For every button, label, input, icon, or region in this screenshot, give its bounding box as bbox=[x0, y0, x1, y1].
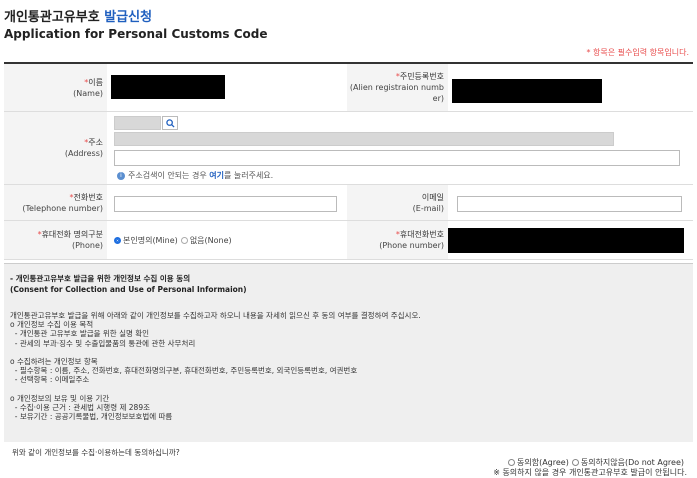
name-value-redacted bbox=[111, 75, 225, 99]
address-hint-suffix: 를 눌러주세요. bbox=[223, 171, 274, 180]
mobile-value-redacted bbox=[448, 228, 684, 253]
title-ko-main: 개인통관고유부호 bbox=[4, 10, 100, 25]
address-detail-field[interactable] bbox=[114, 150, 680, 166]
telephone-field[interactable] bbox=[114, 196, 337, 212]
consent-body: 개인통관고유부호 발급을 위해 아래와 같이 개인정보를 수집하고자 하오니 내… bbox=[10, 311, 421, 422]
row-phone: *휴대전화 명의구분 (Phone) 본인명의(Mine) 없음(None) *… bbox=[4, 221, 693, 260]
address-manual-link[interactable]: 여기 bbox=[209, 170, 224, 181]
page-title-ko: 개인통관고유부호 발급신청 bbox=[4, 6, 152, 25]
consent-box: - 개인통관고유부호 발급을 위한 개인정보 수집 이용 동의 (Consent… bbox=[4, 263, 693, 442]
consent-title: - 개인통관고유부호 발급을 위한 개인정보 수집 이용 동의 (Consent… bbox=[10, 273, 247, 295]
alien-reg-label-en-1: (Alien registraion numb bbox=[349, 83, 444, 92]
row-name: *이름 (Name) *주민등록번호 (Alien registraion nu… bbox=[4, 64, 693, 112]
radio-none[interactable] bbox=[180, 237, 188, 244]
address-hint-prefix: 주소검색이 안되는 경우 bbox=[128, 171, 207, 180]
title-ko-highlight: 발급신청 bbox=[104, 10, 153, 25]
telephone-label-en: (Telephone number) bbox=[22, 203, 103, 213]
address-label-en: (Address) bbox=[64, 149, 103, 158]
name-label: *이름 (Name) bbox=[4, 64, 107, 111]
telephone-label-ko: 전화번호 bbox=[73, 192, 103, 202]
radio-none-label[interactable]: 없음(None) bbox=[190, 235, 232, 246]
address-label-ko: 주소 bbox=[88, 138, 103, 147]
phone-owner-label: *휴대전화 명의구분 (Phone) bbox=[4, 221, 107, 259]
row-telephone: *전화번호 (Telephone number) 이메일 (E-mail) bbox=[4, 185, 693, 221]
alien-reg-label-en-2: er) bbox=[432, 94, 444, 103]
name-label-en: (Name) bbox=[73, 88, 103, 98]
mobile-label-ko: 휴대전화번호 bbox=[399, 230, 444, 239]
email-label: 이메일 (E-mail) bbox=[347, 185, 448, 220]
alien-reg-label: *주민등록번호 (Alien registraion numb er) bbox=[347, 64, 448, 111]
search-icon bbox=[165, 118, 175, 128]
info-icon: i bbox=[117, 171, 125, 180]
name-label-ko: 이름 bbox=[88, 77, 103, 87]
radio-mine-label[interactable]: 본인명의(Mine) bbox=[123, 235, 178, 246]
address-main-field[interactable] bbox=[114, 132, 614, 146]
phone-owner-label-en: (Phone) bbox=[71, 241, 103, 250]
page-title-en: Application for Personal Customs Code bbox=[4, 27, 268, 41]
phone-owner-radios: 본인명의(Mine) 없음(None) bbox=[114, 235, 235, 246]
mobile-label: *휴대전화번호 (Phone number) bbox=[347, 221, 448, 259]
consent-title-ko: - 개인통관고유부호 발급을 위한 개인정보 수집 이용 동의 bbox=[10, 274, 191, 283]
phone-owner-label-ko: 휴대전화 명의구분 bbox=[41, 230, 103, 239]
alien-reg-value-redacted bbox=[452, 79, 602, 103]
address-hint: i 주소검색이 안되는 경우 여기 를 눌러주세요. bbox=[117, 170, 273, 181]
required-note: * 항목은 필수입력 항목입니다. bbox=[586, 48, 690, 57]
email-label-en: (E-mail) bbox=[412, 203, 444, 213]
application-form: *이름 (Name) *주민등록번호 (Alien registraion nu… bbox=[4, 62, 693, 260]
telephone-label: *전화번호 (Telephone number) bbox=[4, 185, 107, 220]
consent-question: 위와 같이 개인정보를 수집·이용하는데 동의하십니까? bbox=[12, 448, 180, 457]
address-label: *주소 (Address) bbox=[4, 112, 107, 184]
alien-reg-label-ko: 주민등록번호 bbox=[399, 72, 444, 81]
postcode-field[interactable] bbox=[114, 116, 161, 130]
radio-disagree[interactable] bbox=[571, 459, 579, 466]
radio-agree[interactable] bbox=[508, 459, 515, 466]
mobile-label-en: (Phone number) bbox=[379, 241, 444, 250]
consent-note: ※ 동의하지 않을 경우 개인통관고유부호 발급이 안됩니다. bbox=[493, 468, 687, 477]
row-address: *주소 (Address) i 주소검색이 안되는 경우 여기 를 눌러주세요. bbox=[4, 112, 693, 185]
radio-mine[interactable] bbox=[114, 237, 121, 244]
email-field[interactable] bbox=[457, 196, 682, 212]
consent-title-en: (Consent for Collection and Use of Perso… bbox=[10, 285, 247, 294]
address-search-button[interactable] bbox=[162, 116, 178, 130]
email-label-ko: 이메일 bbox=[421, 192, 444, 202]
